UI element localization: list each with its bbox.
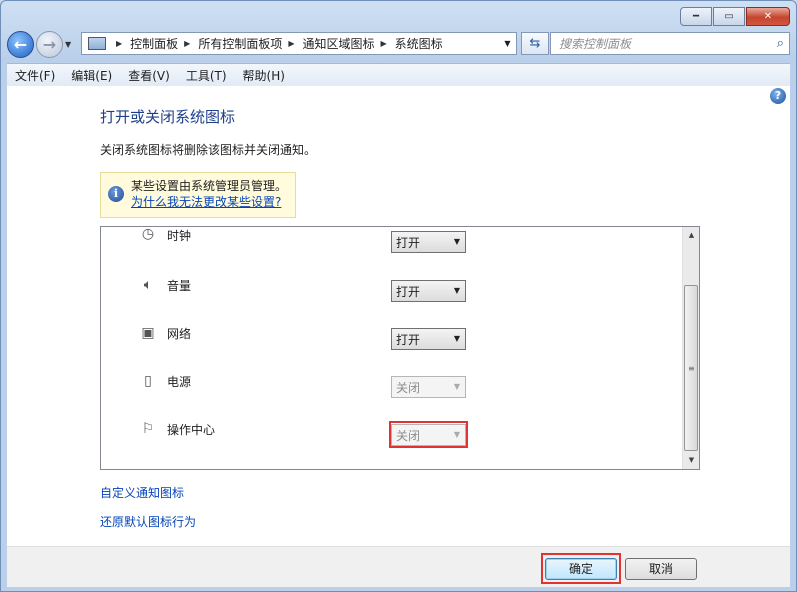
caption-buttons: ━ ▭ ✕ [680,7,790,26]
refresh-button[interactable]: ⇆ [521,32,549,55]
forward-button[interactable]: → [36,30,63,58]
navigation-bar: ← → ▼ ▶ 控制面板 ▶ 所有控制面板项 ▶ 通知区域图标 ▶ 系统图标 ▼… [7,30,790,58]
clock-icon: ◷ [141,226,155,242]
restore-default-behaviors-link[interactable]: 还原默认图标行为 [100,513,196,530]
search-input[interactable]: 搜索控制面板 ⌕ [550,32,790,55]
network-behavior-select[interactable]: 打开 [391,328,466,350]
chevron-right-icon[interactable]: ▶ [288,39,294,48]
chevron-right-icon[interactable]: ▶ [381,39,387,48]
breadcrumb-all-items[interactable]: 所有控制面板项 [198,35,282,52]
power-icon: ▯ [144,373,152,389]
power-behavior-select[interactable]: 关闭 [391,376,466,398]
search-icon[interactable]: ⌕ [777,36,784,51]
volume-icon: 🔈︎ [143,277,153,293]
info-icon: i [108,186,124,202]
why-cant-change-link[interactable]: 为什么我无法更改某些设置? [131,194,289,210]
flag-icon: ⚐ [141,421,155,437]
item-label: 音量 [167,279,192,293]
item-label: 网络 [167,327,192,341]
minimize-button[interactable]: ━ [680,7,712,26]
network-icon: ▣ [141,325,155,341]
clock-behavior-select[interactable]: 打开 [391,231,466,253]
breadcrumb-system-icons[interactable]: 系统图标 [395,35,443,52]
recent-pages-dropdown-icon[interactable]: ▼ [65,40,75,49]
scroll-down-icon[interactable]: ▼ [683,452,699,469]
menu-file[interactable]: 文件(F) [7,67,63,84]
control-panel-icon [88,37,106,50]
dialog-footer: 确定 取消 [7,546,790,587]
list-item: 🔈︎ 音量 打开 [101,273,681,321]
close-button[interactable]: ✕ [746,7,790,26]
item-label: 电源 [167,375,192,389]
list-item: ⚐ 操作中心 关闭 [101,417,681,465]
list-item: ◷ 时钟 打开 [101,226,681,273]
menu-view[interactable]: 查看(V) [120,67,178,84]
highlight-box [389,421,468,448]
item-label: 时钟 [167,229,192,243]
highlight-box [541,553,621,584]
chevron-right-icon[interactable]: ▶ [116,39,122,48]
chevron-right-icon[interactable]: ▶ [184,39,190,48]
window: ━ ▭ ✕ ← → ▼ ▶ 控制面板 ▶ 所有控制面板项 ▶ 通知区域图标 ▶ … [0,0,797,592]
address-dropdown-icon[interactable]: ▼ [498,39,516,48]
page-subtitle: 关闭系统图标将删除该图标并关闭通知。 [100,143,317,157]
system-icons-list: ◷ 时钟 打开 🔈︎ 音量 打开 ▣ 网络 打开 ▯ 电源 关闭 ⚐ 操作中心 [100,226,700,470]
menu-edit[interactable]: 编辑(E) [63,67,120,84]
back-button[interactable]: ← [7,30,34,58]
cancel-button[interactable]: 取消 [625,558,697,580]
breadcrumb-control-panel[interactable]: 控制面板 [130,35,178,52]
breadcrumb: ▶ 控制面板 ▶ 所有控制面板项 ▶ 通知区域图标 ▶ 系统图标 [110,35,443,52]
admin-info-box: i 某些设置由系统管理员管理。 为什么我无法更改某些设置? [100,172,296,218]
page-title: 打开或关闭系统图标 [100,108,236,126]
scroll-up-icon[interactable]: ▲ [683,227,699,244]
menu-tools[interactable]: 工具(T) [178,67,235,84]
menu-help[interactable]: 帮助(H) [235,67,293,84]
search-placeholder: 搜索控制面板 [559,37,632,51]
maximize-button[interactable]: ▭ [713,7,745,26]
volume-behavior-select[interactable]: 打开 [391,280,466,302]
address-bar[interactable]: ▶ 控制面板 ▶ 所有控制面板项 ▶ 通知区域图标 ▶ 系统图标 ▼ [81,32,517,55]
help-icon[interactable]: ? [770,88,786,104]
list-scrollbar[interactable]: ▲ ≡ ▼ [682,227,699,469]
menu-bar: 文件(F) 编辑(E) 查看(V) 工具(T) 帮助(H) [7,63,790,86]
grip-icon: ≡ [688,364,695,373]
list-item: ▣ 网络 打开 [101,321,681,369]
item-label: 操作中心 [167,423,216,437]
content-pane: ? 打开或关闭系统图标 关闭系统图标将删除该图标并关闭通知。 i 某些设置由系统… [7,86,790,546]
customize-notification-icons-link[interactable]: 自定义通知图标 [100,484,184,501]
breadcrumb-notification-icons[interactable]: 通知区域图标 [303,35,375,52]
list-item: ▯ 电源 关闭 [101,369,681,417]
scroll-thumb[interactable]: ≡ [684,285,698,451]
info-text: 某些设置由系统管理员管理。 [131,179,288,193]
